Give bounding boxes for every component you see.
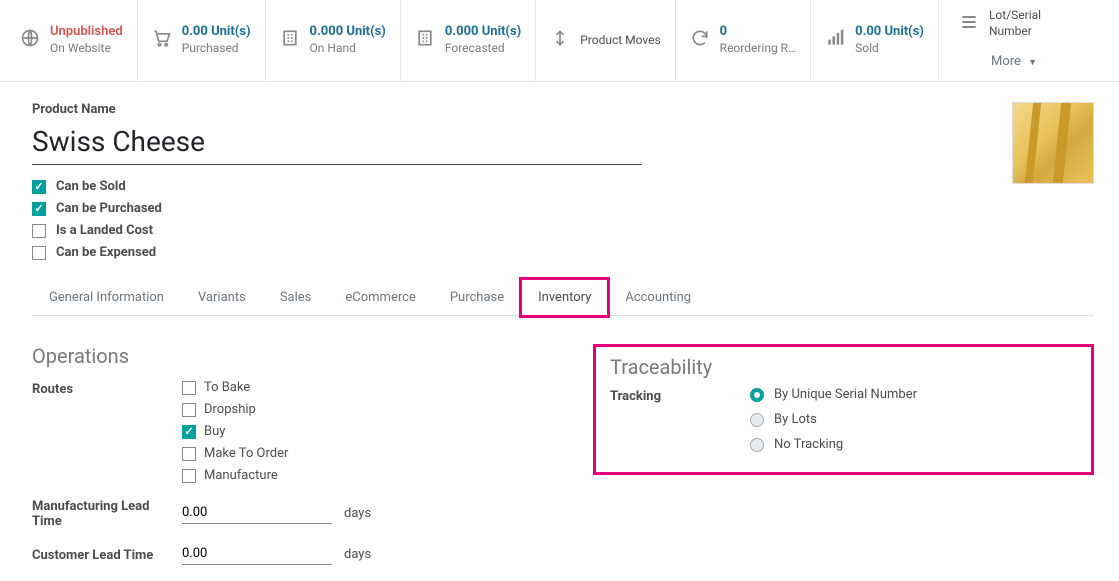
route-to-bake[interactable]: To Bake [182,380,533,395]
route-label: Make To Order [204,446,288,461]
stat-website-label: On Website [50,41,123,57]
radio-label: By Unique Serial Number [774,387,917,402]
radio-label: No Tracking [774,437,843,452]
checkbox-icon [182,469,196,483]
route-manufacture[interactable]: Manufacture [182,468,533,483]
inventory-tab-content: Operations Routes To Bake Dropship Buy [32,316,1094,571]
route-make-to-order[interactable]: Make To Order [182,446,533,461]
tracking-none[interactable]: No Tracking [750,437,1077,452]
tab-general-information[interactable]: General Information [32,279,181,316]
route-dropship[interactable]: Dropship [182,402,533,417]
refresh-icon [690,28,710,53]
cart-icon [152,28,172,53]
stat-onhand-value: 0.000 Unit(s) [310,24,386,41]
stat-forecasted[interactable]: 0.000 Unit(s) Forecasted [401,0,536,81]
checkbox-icon [32,202,46,216]
bars-icon [825,28,845,53]
stat-reordering-label: Reordering R… [720,41,796,57]
stat-forecasted-label: Forecasted [445,41,521,57]
stat-website[interactable]: Unpublished On Website [0,0,138,81]
form-area: Product Name Can be Sold Can be Purchase… [0,82,1119,571]
stat-forecasted-value: 0.000 Unit(s) [445,24,521,41]
product-name-label: Product Name [32,102,642,117]
checkbox-can-be-sold[interactable]: Can be Sold [32,179,642,194]
checkbox-label: Is a Landed Cost [56,223,153,238]
building-icon [415,28,435,53]
route-label: Manufacture [204,468,278,483]
radio-icon [750,388,764,402]
checkbox-icon [32,180,46,194]
building-icon [280,28,300,53]
checkbox-label: Can be Purchased [56,201,162,216]
stats-row: Unpublished On Website 0.00 Unit(s) Purc… [0,0,1119,82]
stat-onhand[interactable]: 0.000 Unit(s) On Hand [266,0,401,81]
days-unit: days [344,547,371,562]
route-label: Dropship [204,402,256,417]
tracking-serial[interactable]: By Unique Serial Number [750,387,1077,402]
stat-lotserial-line1: Lot/Serial [989,8,1041,24]
stat-lotserial-line2: Number [989,24,1041,40]
stat-reordering-value: 0 [720,24,796,41]
cust-lead-label: Customer Lead Time [32,546,182,563]
tab-sales[interactable]: Sales [263,279,329,316]
stat-moves-label: Product Moves [580,33,660,49]
more-dropdown[interactable]: More ▼ [939,48,1055,81]
traceability-section: Traceability Tracking By Unique Serial N… [593,344,1094,475]
operations-title: Operations [32,344,533,368]
product-image[interactable] [1012,102,1094,184]
checkbox-label: Can be Expensed [56,245,156,260]
product-name-input[interactable] [32,121,642,165]
stat-sold[interactable]: 0.00 Unit(s) Sold [811,0,939,81]
checkbox-icon [182,425,196,439]
routes-label: Routes [32,380,182,397]
cust-lead-input[interactable] [182,543,332,565]
tabs-row: General Information Variants Sales eComm… [32,278,1094,316]
stat-purchased-value: 0.00 Unit(s) [182,24,251,41]
chevron-down-icon: ▼ [1028,58,1037,68]
route-buy[interactable]: Buy [182,424,533,439]
route-label: To Bake [204,380,250,395]
list-icon [959,12,979,37]
checkbox-icon [182,447,196,461]
stat-sold-value: 0.00 Unit(s) [855,24,924,41]
tab-inventory[interactable]: Inventory [521,279,608,316]
stat-onhand-label: On Hand [310,41,386,57]
stat-lotserial[interactable]: Lot/Serial Number [939,0,1055,48]
checkbox-can-be-expensed[interactable]: Can be Expensed [32,245,642,260]
checkbox-icon [32,224,46,238]
updown-arrows-icon [550,28,570,53]
tab-ecommerce[interactable]: eCommerce [328,279,432,316]
stat-moves[interactable]: Product Moves [536,0,675,81]
mfg-lead-label: Manufacturing Lead Time [32,497,182,529]
radio-icon [750,438,764,452]
stat-sold-label: Sold [855,41,924,57]
checkbox-can-be-purchased[interactable]: Can be Purchased [32,201,642,216]
tracking-lots[interactable]: By Lots [750,412,1077,427]
days-unit: days [344,506,371,521]
checkbox-label: Can be Sold [56,179,126,194]
route-label: Buy [204,424,225,439]
tab-purchase[interactable]: Purchase [433,279,521,316]
globe-icon [20,28,40,53]
tab-variants[interactable]: Variants [181,279,263,316]
radio-icon [750,413,764,427]
checkbox-icon [32,246,46,260]
checkbox-icon [182,403,196,417]
checkbox-landed-cost[interactable]: Is a Landed Cost [32,223,642,238]
traceability-title: Traceability [610,355,1077,379]
radio-label: By Lots [774,412,817,427]
more-label: More [991,54,1021,69]
stat-purchased[interactable]: 0.00 Unit(s) Purchased [138,0,266,81]
stat-reordering[interactable]: 0 Reordering R… [676,0,811,81]
tracking-label: Tracking [610,387,750,404]
stat-purchased-label: Purchased [182,41,251,57]
tab-accounting[interactable]: Accounting [608,279,708,316]
checkbox-icon [182,381,196,395]
mfg-lead-input[interactable] [182,502,332,524]
stat-website-status: Unpublished [50,24,123,41]
